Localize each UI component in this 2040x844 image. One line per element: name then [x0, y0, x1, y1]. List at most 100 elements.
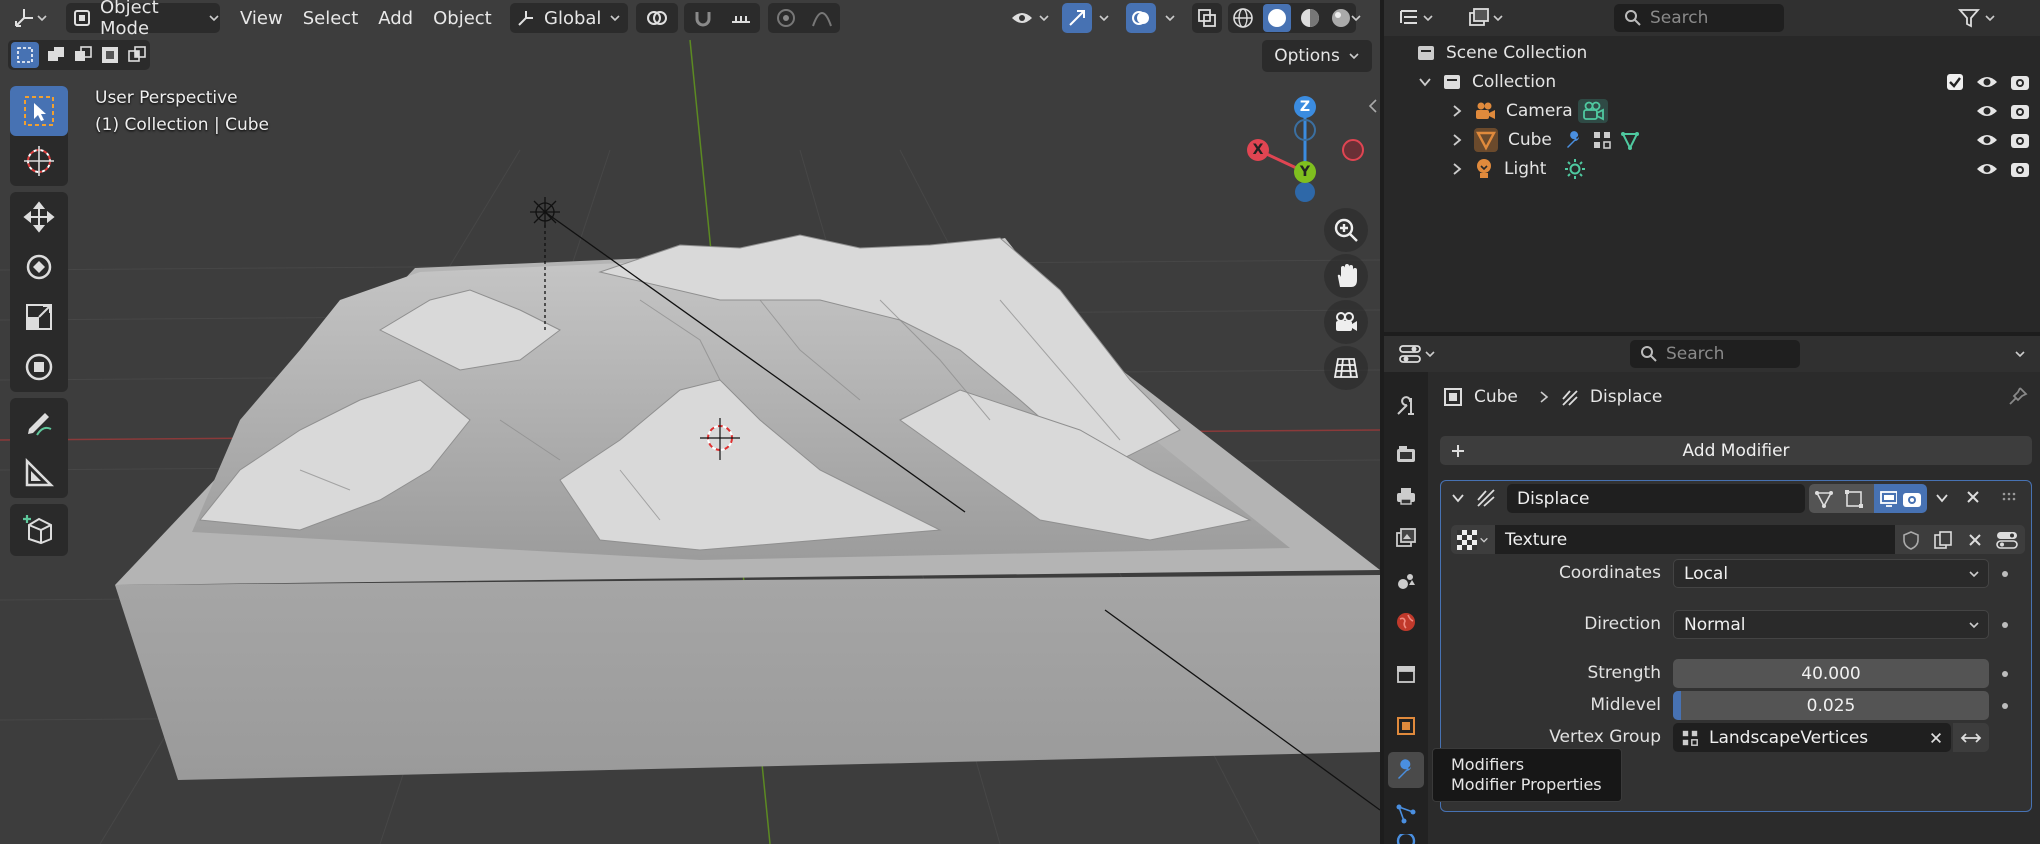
move-tool[interactable] — [10, 192, 68, 242]
edit-mode-icon[interactable] — [1844, 489, 1864, 509]
properties-editor-type-button[interactable] — [1398, 339, 1436, 369]
ortho-toggle-button[interactable] — [1324, 346, 1368, 390]
chevron-down-icon[interactable] — [1164, 12, 1176, 24]
3d-viewport[interactable]: Object Mode View Select Add Object Globa… — [0, 0, 1380, 844]
keyframe-dot[interactable] — [2002, 622, 2008, 628]
eye-icon[interactable] — [1976, 74, 1998, 90]
transform-orientation-dropdown[interactable]: Global — [510, 3, 628, 33]
tab-scene[interactable] — [1388, 562, 1424, 598]
chevron-right-icon[interactable] — [1450, 133, 1464, 147]
falloff-icon[interactable] — [811, 8, 833, 28]
snapping-group[interactable] — [684, 3, 760, 33]
render-toggle-button[interactable] — [1897, 484, 1927, 513]
scale-tool[interactable] — [10, 292, 68, 342]
properties-search-input[interactable]: Search — [1630, 340, 1800, 368]
tab-object[interactable] — [1388, 708, 1424, 744]
chevron-down-icon[interactable] — [1451, 491, 1465, 505]
select-subtract-icon[interactable] — [73, 45, 93, 65]
outliner-row-collection[interactable]: Collection — [1384, 67, 2040, 96]
menu-object[interactable]: Object — [423, 3, 502, 33]
render-camera-icon[interactable] — [2010, 159, 2030, 179]
mode-selector[interactable]: Object Mode — [66, 0, 220, 39]
select-extend-icon[interactable] — [46, 45, 66, 65]
coordinates-dropdown[interactable]: Local — [1673, 559, 1989, 588]
solid-shading-icon[interactable] — [1262, 4, 1291, 32]
render-camera-icon[interactable] — [2010, 130, 2030, 150]
close-icon[interactable] — [1965, 489, 1981, 505]
tab-tool[interactable] — [1388, 388, 1424, 424]
eye-icon[interactable] — [1976, 132, 1998, 148]
select-box-tool[interactable] — [10, 86, 68, 136]
wireframe-shading-icon[interactable] — [1232, 7, 1254, 29]
magnet-icon[interactable] — [693, 8, 713, 28]
keyframe-dot[interactable] — [2002, 671, 2008, 677]
invert-vertex-group-button[interactable] — [1953, 723, 1989, 752]
editor-type-button[interactable] — [12, 3, 58, 33]
mesh-data-icon[interactable] — [1620, 130, 1640, 150]
camera-view-button[interactable] — [1324, 300, 1368, 344]
visibility-dropdown[interactable] — [1010, 3, 1050, 33]
zoom-button[interactable] — [1324, 208, 1368, 252]
rotate-tool[interactable] — [10, 242, 68, 292]
menu-select[interactable]: Select — [293, 3, 369, 33]
keyframe-dot[interactable] — [2002, 703, 2008, 709]
outliner-row-camera[interactable]: Camera — [1384, 96, 2040, 125]
on-cage-icon[interactable] — [1814, 489, 1834, 509]
checkbox-checked-icon[interactable] — [1946, 73, 1964, 91]
render-camera-icon[interactable] — [2010, 72, 2030, 92]
vertex-group-field[interactable]: LandscapeVertices — [1673, 723, 1951, 752]
gizmo-toggle-button[interactable] — [1062, 3, 1092, 33]
tab-particles[interactable] — [1388, 796, 1424, 832]
chevron-right-icon[interactable] — [1450, 162, 1464, 176]
eye-icon[interactable] — [1976, 103, 1998, 119]
select-invert-icon[interactable] — [100, 45, 120, 65]
chevron-down-icon[interactable] — [2014, 348, 2026, 360]
cursor-tool[interactable] — [10, 136, 68, 186]
texture-browse-button[interactable] — [1451, 525, 1495, 554]
tab-output[interactable] — [1388, 478, 1424, 514]
light-data-icon[interactable] — [1564, 158, 1586, 180]
chevron-down-icon[interactable] — [1098, 12, 1110, 24]
clear-icon[interactable] — [1929, 731, 1943, 745]
transform-tool[interactable] — [10, 342, 68, 392]
chevron-down-icon[interactable] — [1350, 12, 1362, 24]
outliner-row-cube[interactable]: Cube — [1384, 125, 2040, 154]
pivot-point-dropdown[interactable] — [636, 3, 678, 33]
add-cube-tool[interactable] — [10, 504, 68, 554]
gizmo-x-axis[interactable]: X — [1247, 139, 1269, 161]
pan-button[interactable] — [1324, 254, 1368, 298]
filter-dropdown[interactable] — [1958, 3, 1996, 33]
camera-data-icon[interactable] — [1578, 98, 1608, 123]
selection-mode-group[interactable] — [8, 40, 150, 70]
measure-tool[interactable] — [10, 448, 68, 498]
snap-increment-icon[interactable] — [730, 8, 752, 28]
tab-view-layer[interactable] — [1388, 520, 1424, 556]
drag-handle-icon[interactable] — [2001, 489, 2017, 505]
rendered-shading-icon[interactable] — [1330, 7, 1352, 29]
midlevel-slider[interactable]: 0.025 — [1673, 691, 1989, 720]
tab-modifiers[interactable] — [1388, 752, 1424, 788]
material-shading-icon[interactable] — [1299, 7, 1321, 29]
chevron-right-icon[interactable] — [1450, 104, 1464, 118]
vertex-groups-icon[interactable] — [1592, 130, 1612, 150]
annotate-tool[interactable] — [10, 398, 68, 448]
outliner-row-scene-collection[interactable]: Scene Collection — [1384, 38, 2040, 67]
keyframe-dot[interactable] — [2002, 571, 2008, 577]
overlays-toggle-button[interactable] — [1126, 3, 1156, 33]
render-camera-icon[interactable] — [2010, 101, 2030, 121]
tab-render[interactable] — [1388, 436, 1424, 472]
new-texture-toggle-icon[interactable] — [1996, 530, 2019, 550]
strength-field[interactable]: 40.000 — [1673, 659, 1989, 688]
shading-mode-group[interactable] — [1228, 3, 1356, 33]
select-intersect-icon[interactable] — [127, 45, 147, 65]
pin-icon[interactable] — [2008, 386, 2028, 406]
fake-user-shield-icon[interactable] — [1902, 530, 1920, 550]
options-dropdown[interactable]: Options — [1262, 40, 1372, 72]
menu-add[interactable]: Add — [368, 3, 423, 33]
gizmo-z-axis[interactable]: Z — [1294, 96, 1316, 118]
texture-name-field[interactable]: Texture — [1495, 525, 1895, 554]
tab-collection[interactable] — [1388, 656, 1424, 692]
add-modifier-button[interactable]: Add Modifier — [1440, 436, 2032, 465]
direction-dropdown[interactable]: Normal — [1673, 610, 1989, 639]
modifier-name-field[interactable]: Displace — [1507, 484, 1805, 513]
